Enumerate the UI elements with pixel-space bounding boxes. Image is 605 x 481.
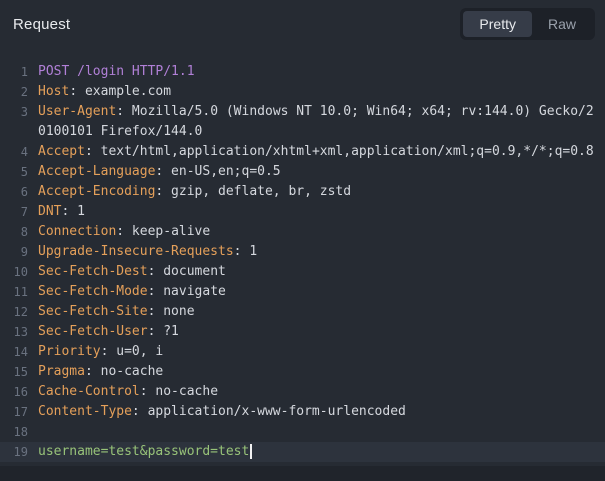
editor-bottom-edge bbox=[0, 466, 605, 481]
code-line[interactable]: 11Sec-Fetch-Mode: navigate bbox=[0, 282, 605, 302]
code-text: Accept-Encoding: gzip, deflate, br, zstd bbox=[28, 182, 351, 202]
code-text: Content-Type: application/x-www-form-url… bbox=[28, 402, 406, 422]
view-mode-tabs: Pretty Raw bbox=[460, 8, 595, 40]
request-editor-lines: 1POST /login HTTP/1.12Host: example.com3… bbox=[0, 62, 605, 462]
line-number: 5 bbox=[0, 162, 28, 182]
request-panel-header: Request Pretty Raw bbox=[0, 0, 605, 48]
code-text: Sec-Fetch-Mode: navigate bbox=[28, 282, 226, 302]
code-line[interactable]: 3User-Agent: Mozilla/5.0 (Windows NT 10.… bbox=[0, 102, 605, 122]
tab-raw[interactable]: Raw bbox=[532, 11, 592, 37]
line-number: 3 bbox=[0, 102, 28, 122]
code-line[interactable]: 19username=test&password=test bbox=[0, 442, 605, 462]
panel-title: Request bbox=[13, 16, 70, 33]
code-text: Accept: text/html,application/xhtml+xml,… bbox=[28, 142, 594, 162]
line-number: 10 bbox=[0, 262, 28, 282]
line-number: 19 bbox=[0, 442, 28, 462]
code-line[interactable]: 18 bbox=[0, 422, 605, 442]
tab-pretty[interactable]: Pretty bbox=[463, 11, 532, 37]
line-number: 14 bbox=[0, 342, 28, 362]
line-number: 2 bbox=[0, 82, 28, 102]
line-number: 15 bbox=[0, 362, 28, 382]
code-line[interactable]: 16Cache-Control: no-cache bbox=[0, 382, 605, 402]
line-number: 16 bbox=[0, 382, 28, 402]
code-text: POST /login HTTP/1.1 bbox=[28, 62, 195, 82]
code-text: Priority: u=0, i bbox=[28, 342, 163, 362]
code-text: 0100101 Firefox/144.0 bbox=[28, 122, 202, 142]
code-text: DNT: 1 bbox=[28, 202, 85, 222]
line-number: 12 bbox=[0, 302, 28, 322]
line-number: 18 bbox=[0, 422, 28, 442]
line-number: 13 bbox=[0, 322, 28, 342]
line-number: 17 bbox=[0, 402, 28, 422]
code-line[interactable]: 8Connection: keep-alive bbox=[0, 222, 605, 242]
code-text: username=test&password=test bbox=[28, 442, 252, 462]
code-text: Connection: keep-alive bbox=[28, 222, 210, 242]
code-text: Upgrade-Insecure-Requests: 1 bbox=[28, 242, 257, 262]
text-cursor bbox=[250, 444, 252, 459]
code-line[interactable]: 9Upgrade-Insecure-Requests: 1 bbox=[0, 242, 605, 262]
code-text: Sec-Fetch-Site: none bbox=[28, 302, 195, 322]
line-number: 4 bbox=[0, 142, 28, 162]
line-number: 7 bbox=[0, 202, 28, 222]
code-text: Cache-Control: no-cache bbox=[28, 382, 218, 402]
code-line[interactable]: 5Accept-Language: en-US,en;q=0.5 bbox=[0, 162, 605, 182]
request-editor[interactable]: 1POST /login HTTP/1.12Host: example.com3… bbox=[0, 48, 605, 462]
code-line[interactable]: 12Sec-Fetch-Site: none bbox=[0, 302, 605, 322]
line-number: 8 bbox=[0, 222, 28, 242]
code-text: Pragma: no-cache bbox=[28, 362, 163, 382]
code-text: Sec-Fetch-Dest: document bbox=[28, 262, 226, 282]
code-text: Host: example.com bbox=[28, 82, 171, 102]
code-line[interactable]: 14Priority: u=0, i bbox=[0, 342, 605, 362]
line-number: 11 bbox=[0, 282, 28, 302]
code-line[interactable]: 17Content-Type: application/x-www-form-u… bbox=[0, 402, 605, 422]
line-number: 9 bbox=[0, 242, 28, 262]
code-line[interactable]: 4Accept: text/html,application/xhtml+xml… bbox=[0, 142, 605, 162]
code-line[interactable]: 15Pragma: no-cache bbox=[0, 362, 605, 382]
code-text: Sec-Fetch-User: ?1 bbox=[28, 322, 179, 342]
code-line[interactable]: 0100101 Firefox/144.0 bbox=[0, 122, 605, 142]
code-line[interactable]: 7DNT: 1 bbox=[0, 202, 605, 222]
line-number: 6 bbox=[0, 182, 28, 202]
line-number: 1 bbox=[0, 62, 28, 82]
line-number bbox=[0, 122, 28, 142]
code-line[interactable]: 1POST /login HTTP/1.1 bbox=[0, 62, 605, 82]
code-line[interactable]: 6Accept-Encoding: gzip, deflate, br, zst… bbox=[0, 182, 605, 202]
code-text bbox=[28, 422, 38, 442]
code-line[interactable]: 13Sec-Fetch-User: ?1 bbox=[0, 322, 605, 342]
code-text: Accept-Language: en-US,en;q=0.5 bbox=[28, 162, 281, 182]
code-line[interactable]: 10Sec-Fetch-Dest: document bbox=[0, 262, 605, 282]
code-text: User-Agent: Mozilla/5.0 (Windows NT 10.0… bbox=[28, 102, 594, 122]
code-line[interactable]: 2Host: example.com bbox=[0, 82, 605, 102]
